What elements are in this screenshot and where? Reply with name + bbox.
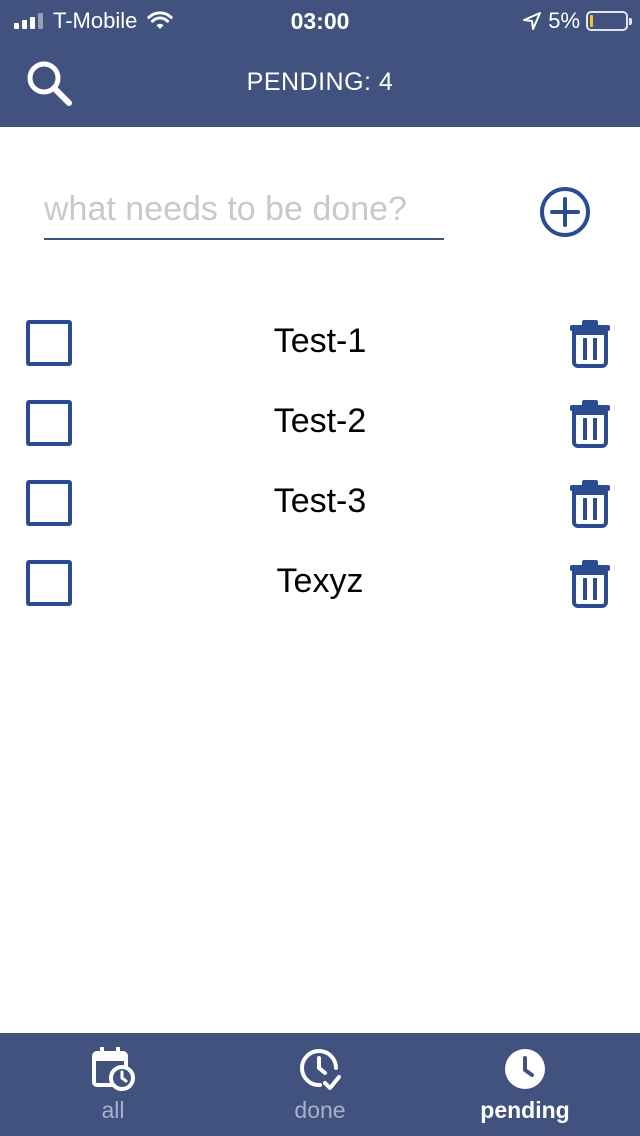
battery-percent: 5% <box>548 8 580 33</box>
tab-done[interactable]: done <box>240 1033 400 1136</box>
todo-item: Test-2 <box>0 380 640 460</box>
calendar-clock-icon <box>92 1047 135 1091</box>
tab-done-label: done <box>294 1097 346 1123</box>
todo-checkbox[interactable] <box>26 320 72 366</box>
todo-item: Test-3 <box>0 460 640 540</box>
clock-icon <box>505 1049 545 1089</box>
todo-checkbox[interactable] <box>26 480 72 526</box>
todo-text: Texyz <box>276 562 364 600</box>
status-bar: T-Mobile 03:00 5% <box>0 0 640 40</box>
todo-item: Texyz <box>0 540 640 620</box>
app-header: T-Mobile 03:00 5% PENDING: 4 <box>0 0 640 127</box>
new-todo-input[interactable] <box>44 180 444 240</box>
todo-list: Test-1 Test-2 Test-3 Texyz <box>0 300 640 620</box>
todo-checkbox[interactable] <box>26 400 72 446</box>
tab-pending[interactable]: pending <box>445 1033 605 1136</box>
battery-level-fill <box>590 15 593 27</box>
trash-icon <box>570 400 610 448</box>
todo-text: Test-2 <box>273 402 367 440</box>
add-todo-button[interactable] <box>538 185 592 239</box>
delete-button[interactable] <box>568 318 612 368</box>
tab-bar: all done pending <box>0 1033 640 1136</box>
page-title: PENDING: 4 <box>246 68 394 96</box>
trash-icon <box>570 480 610 528</box>
tab-pending-label: pending <box>480 1097 570 1123</box>
plus-circle-icon <box>540 187 590 237</box>
delete-button[interactable] <box>568 478 612 528</box>
status-right: 5% <box>522 8 632 34</box>
trash-icon <box>570 320 610 368</box>
tab-all[interactable]: all <box>33 1033 193 1136</box>
todo-text: Test-1 <box>273 322 367 360</box>
delete-button[interactable] <box>568 398 612 448</box>
todo-text: Test-3 <box>273 482 367 520</box>
clock-check-icon <box>300 1049 341 1090</box>
location-arrow-icon <box>523 12 542 30</box>
tab-all-label: all <box>101 1097 125 1123</box>
todo-item: Test-1 <box>0 300 640 380</box>
delete-button[interactable] <box>568 558 612 608</box>
trash-icon <box>570 560 610 608</box>
battery-icon <box>586 11 632 31</box>
todo-checkbox[interactable] <box>26 560 72 606</box>
